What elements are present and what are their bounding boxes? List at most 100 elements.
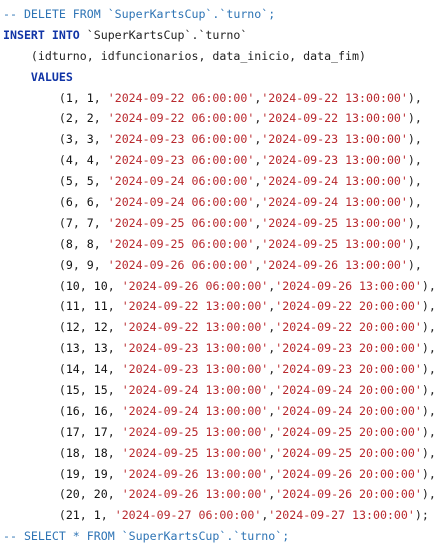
separator: , [79,299,94,314]
data-fim-value: '2024-09-25 13:00:00' [261,215,408,230]
data-inicio-value: '2024-09-22 06:00:00' [107,90,255,105]
idturno-value: 2 [65,111,73,126]
data-fim-value: '2024-09-26 13:00:00' [261,257,408,272]
values-row[interactable]: (14, 14, '2024-09-23 13:00:00','2024-09-… [3,359,439,380]
values-row[interactable]: (10, 10, '2024-09-26 06:00:00','2024-09-… [3,276,439,297]
indent: ( [3,424,66,439]
idfuncionarios-value: 13 [93,341,108,356]
values-row[interactable]: (15, 15, '2024-09-24 13:00:00','2024-09-… [3,380,439,401]
idfuncionarios-value: 11 [93,299,108,314]
values-row[interactable]: (11, 11, '2024-09-22 13:00:00','2024-09-… [3,296,439,317]
row-terminator: ), [421,466,436,481]
values-row[interactable]: (2, 2, '2024-09-22 06:00:00','2024-09-22… [3,108,439,129]
indent: ( [3,403,66,418]
idfuncionarios-value: 10 [93,278,108,293]
data-inicio-value: '2024-09-26 13:00:00' [121,466,269,481]
values-row[interactable]: (5, 5, '2024-09-24 06:00:00','2024-09-24… [3,171,439,192]
separator: , [107,320,122,335]
code-line[interactable]: (idturno, idfuncionarios, data_inicio, d… [3,46,439,67]
data-inicio-value: '2024-09-23 13:00:00' [121,362,269,377]
code-line[interactable]: -- SELECT * FROM `SuperKartsCup`.`turno`… [3,526,439,547]
values-row[interactable]: (3, 3, '2024-09-23 06:00:00','2024-09-23… [3,129,439,150]
idfuncionarios-value: 2 [86,111,94,126]
values-row[interactable]: (7, 7, '2024-09-25 06:00:00','2024-09-25… [3,213,439,234]
sql-editor[interactable]: -- DELETE FROM `SuperKartsCup`.`turno`; I… [3,4,439,547]
row-terminator: ), [421,362,436,377]
indent: ( [3,236,66,251]
idfuncionarios-value: 1 [86,90,94,105]
data-inicio-value: '2024-09-22 06:00:00' [107,111,255,126]
row-terminator: ); [414,508,429,523]
values-row[interactable]: (16, 16, '2024-09-24 13:00:00','2024-09-… [3,401,439,422]
idfuncionarios-value: 8 [86,236,94,251]
separator: , [107,445,122,460]
row-terminator: ), [407,111,422,126]
separator: , [93,195,108,210]
column-list: (idturno, idfuncionarios, data_inicio, d… [3,48,366,63]
indent: ( [3,445,66,460]
data-inicio-value: '2024-09-23 06:00:00' [107,132,255,147]
data-fim-value: '2024-09-23 13:00:00' [261,153,408,168]
data-inicio-value: '2024-09-23 13:00:00' [121,341,269,356]
data-fim-value: '2024-09-25 20:00:00' [275,424,422,439]
values-row[interactable]: (20, 20, '2024-09-26 13:00:00','2024-09-… [3,484,439,505]
data-inicio-value: '2024-09-24 06:00:00' [107,195,255,210]
separator: , [72,195,87,210]
data-fim-value: '2024-09-23 13:00:00' [261,132,408,147]
indent: ( [3,320,66,335]
separator: , [93,174,108,189]
idturno-value: 4 [65,153,73,168]
values-row[interactable]: (18, 18, '2024-09-25 13:00:00','2024-09-… [3,443,439,464]
code-line[interactable]: INSERT INTO `SuperKartsCup`.`turno` [3,25,439,46]
separator: , [72,215,87,230]
data-inicio-value: '2024-09-26 13:00:00' [121,487,269,502]
code-line[interactable]: VALUES [3,67,439,88]
separator: , [72,236,87,251]
separator: , [93,215,108,230]
idturno-value: 7 [65,215,73,230]
data-inicio-value: '2024-09-25 06:00:00' [107,215,255,230]
row-terminator: ), [407,153,422,168]
values-row[interactable]: (1, 1, '2024-09-22 06:00:00','2024-09-22… [3,88,439,109]
values-row[interactable]: (6, 6, '2024-09-24 06:00:00','2024-09-24… [3,192,439,213]
code-line[interactable]: -- DELETE FROM `SuperKartsCup`.`turno`; [3,4,439,25]
data-fim-value: '2024-09-22 20:00:00' [275,299,422,314]
idturno-value: 17 [65,424,80,439]
separator: , [72,132,87,147]
idfuncionarios-value: 20 [93,487,108,502]
idturno-value: 16 [65,403,80,418]
values-row[interactable]: (19, 19, '2024-09-26 13:00:00','2024-09-… [3,464,439,485]
idfuncionarios-value: 14 [93,362,108,377]
values-row[interactable]: (13, 13, '2024-09-23 13:00:00','2024-09-… [3,338,439,359]
indent: ( [3,90,66,105]
idfuncionarios-value: 19 [93,466,108,481]
indent: ( [3,132,66,147]
values-row[interactable]: (17, 17, '2024-09-25 13:00:00','2024-09-… [3,422,439,443]
sql-comment: -- DELETE FROM `SuperKartsCup`.`turno`; [3,7,276,21]
idturno-value: 21 [65,508,80,523]
separator: , [100,508,115,523]
data-fim-value: '2024-09-26 13:00:00' [275,278,422,293]
idfuncionarios-value: 4 [86,153,94,168]
idturno-value: 14 [65,362,80,377]
separator: , [79,341,94,356]
idturno-value: 11 [65,299,80,314]
idfuncionarios-value: 7 [86,215,94,230]
values-row[interactable]: (8, 8, '2024-09-25 06:00:00','2024-09-25… [3,234,439,255]
separator: , [79,487,94,502]
values-row[interactable]: (9, 9, '2024-09-26 06:00:00','2024-09-26… [3,255,439,276]
values-row[interactable]: (12, 12, '2024-09-22 13:00:00','2024-09-… [3,317,439,338]
separator: , [93,111,108,126]
values-row[interactable]: (21, 1, '2024-09-27 06:00:00','2024-09-2… [3,505,439,526]
separator: , [93,132,108,147]
idfuncionarios-value: 15 [93,383,108,398]
separator: , [79,403,94,418]
data-inicio-value: '2024-09-24 13:00:00' [121,383,269,398]
separator: , [79,445,94,460]
indent: ( [3,174,66,189]
data-fim-value: '2024-09-24 20:00:00' [275,403,422,418]
row-terminator: ), [407,257,422,272]
data-inicio-value: '2024-09-22 13:00:00' [121,299,269,314]
data-inicio-value: '2024-09-26 06:00:00' [121,278,269,293]
values-row[interactable]: (4, 4, '2024-09-23 06:00:00','2024-09-23… [3,150,439,171]
